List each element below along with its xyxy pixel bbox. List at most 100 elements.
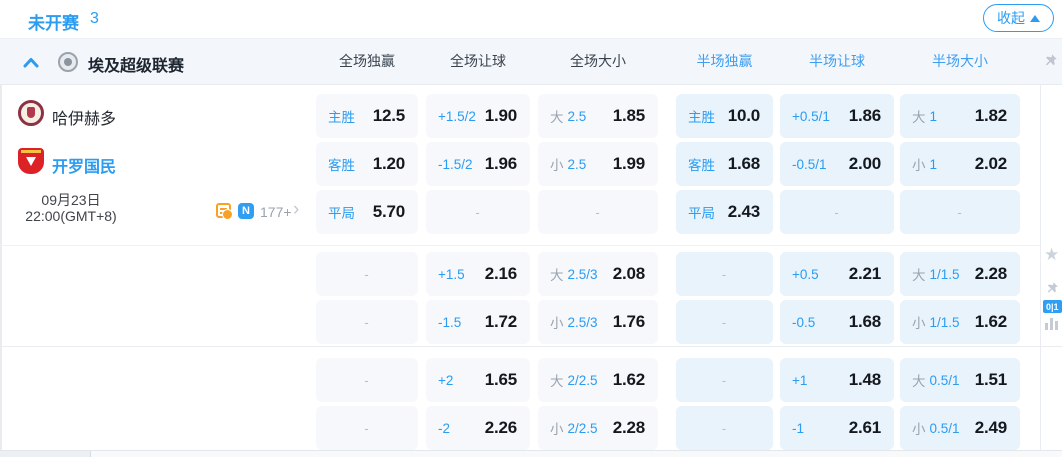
odds-side-label: 大 (912, 106, 926, 126)
odds-cell[interactable]: 大 1/1.5 2.28 (900, 252, 1020, 296)
odds-value: 2.61 (849, 418, 881, 438)
odds-cell[interactable]: +0.5/1 1.86 (780, 94, 894, 138)
odds-cell[interactable]: - (676, 406, 773, 450)
collapse-button-label: 收起 (997, 8, 1025, 28)
odds-cell[interactable]: - (676, 358, 773, 402)
odds-cell[interactable]: -1 2.61 (780, 406, 894, 450)
odds-side-label: 大 (912, 264, 926, 284)
odds-line-label: 1 (930, 109, 938, 124)
column-header-row: 全场独赢 全场让球 全场大小 半场独赢 半场让球 (0, 39, 1020, 83)
odds-line-label: -1 (792, 421, 804, 436)
odds-cell[interactable]: - (316, 252, 418, 296)
odds-value: 2.08 (613, 264, 645, 284)
odds-row-home: 主胜 12.5 +1.5/2 1.90 大 2.5 1.85 (0, 94, 1020, 138)
odds-line-label: 1 (930, 157, 938, 172)
odds-cell[interactable]: - (538, 190, 658, 234)
odds-line-label: 客胜 (328, 154, 355, 174)
column-header: 全场让球 (426, 51, 530, 71)
odds-cell[interactable]: 大 0.5/1 1.51 (900, 358, 1020, 402)
league-header-row: 埃及超级联赛 全场独赢 全场让球 全场大小 半场独赢 (0, 38, 1062, 85)
odds-cell[interactable]: +0.5 2.21 (780, 252, 894, 296)
match-count: 3 (90, 10, 99, 28)
match-datetime: 09月23日 22:00(GMT+8) (10, 192, 132, 224)
odds-cell[interactable]: -2 2.26 (426, 406, 530, 450)
column-header-label: 半场让球 (809, 51, 865, 71)
odds-cell[interactable]: 客胜 1.68 (676, 142, 773, 186)
odds-side-label: 大 (912, 370, 926, 390)
odds-empty-dash: - (364, 373, 368, 388)
odds-cell[interactable]: 小 2.5 1.99 (538, 142, 658, 186)
odds-cell[interactable]: - (676, 252, 773, 296)
odds-cell[interactable]: -1.5/2 1.96 (426, 142, 530, 186)
chevron-right-icon[interactable]: › (293, 199, 299, 221)
odds-cell[interactable]: +2 1.65 (426, 358, 530, 402)
odds-cell[interactable]: 小 0.5/1 2.49 (900, 406, 1020, 450)
odds-cell[interactable]: - (900, 190, 1020, 234)
more-markets-count[interactable]: 177+ (260, 204, 292, 220)
odds-cell[interactable]: 小 2.5/3 1.76 (538, 300, 658, 344)
odds-cell[interactable]: +1 1.48 (780, 358, 894, 402)
odds-cell[interactable]: 平局 5.70 (316, 190, 418, 234)
odds-cell[interactable]: 小 1/1.5 1.62 (900, 300, 1020, 344)
odds-page: 未开赛 3 收起 埃及超级联赛 全场独赢 全场让球 全场大小 (0, 0, 1062, 457)
odds-value: 1.20 (373, 154, 405, 174)
odds-cell[interactable]: - (676, 300, 773, 344)
vertical-divider (1040, 85, 1041, 450)
odds-side-label: 大 (550, 106, 564, 126)
odds-value: 1.62 (613, 370, 645, 390)
odds-cell[interactable]: - (780, 190, 894, 234)
pin-icon[interactable] (1042, 53, 1058, 74)
column-header: 全场大小 (538, 51, 658, 71)
odds-cell[interactable]: 主胜 12.5 (316, 94, 418, 138)
column-header-label: 全场大小 (570, 51, 626, 71)
alt-lines-group-2: - +2 1.65 大 2/2.5 1.62 (0, 358, 1020, 454)
odds-cell[interactable]: +1.5 2.16 (426, 252, 530, 296)
odds-value: 2.28 (975, 264, 1007, 284)
odds-value: 2.43 (728, 202, 760, 222)
odds-cell[interactable]: 小 2/2.5 2.28 (538, 406, 658, 450)
odds-side-label: 小 (550, 312, 564, 332)
home-team-name[interactable]: 哈伊赫多 (52, 105, 116, 129)
pin-icon[interactable] (1044, 281, 1059, 301)
odds-side-label: 大 (550, 370, 564, 390)
corner-stats-icon[interactable]: 0|1 (1043, 300, 1062, 313)
odds-cell[interactable]: - (426, 190, 530, 234)
odds-line-label: 主胜 (688, 106, 715, 126)
odds-cell[interactable]: -1.5 1.72 (426, 300, 530, 344)
odds-cell[interactable]: - (316, 358, 418, 402)
odds-cell[interactable]: - (316, 300, 418, 344)
topbar: 未开赛 3 收起 (0, 0, 1062, 38)
odds-cell[interactable]: -0.5/1 2.00 (780, 142, 894, 186)
favorite-star-icon[interactable]: ★ (1044, 245, 1059, 265)
odds-cell[interactable]: 主胜 10.0 (676, 94, 773, 138)
odds-value: 2.28 (613, 418, 645, 438)
odds-cell[interactable]: 客胜 1.20 (316, 142, 418, 186)
odds-side-label: 大 (550, 264, 564, 284)
odds-side-label: 小 (550, 154, 564, 174)
odds-cell[interactable]: 大 2/2.5 1.62 (538, 358, 658, 402)
away-team-name[interactable]: 开罗国民 (52, 153, 116, 177)
odds-cell[interactable]: 小 1 2.02 (900, 142, 1020, 186)
odds-cell[interactable]: 大 2.5/3 2.08 (538, 252, 658, 296)
stats-bars-icon[interactable] (1045, 318, 1058, 330)
odds-cell[interactable]: 大 2.5 1.85 (538, 94, 658, 138)
odds-line-label: 2.5 (568, 109, 587, 124)
odds-cell[interactable]: -0.5 1.68 (780, 300, 894, 344)
footer-left-block (0, 451, 91, 457)
odds-line-label: +0.5/1 (792, 109, 830, 124)
odds-cell[interactable]: - (316, 406, 418, 450)
odds-cell[interactable]: 平局 2.43 (676, 190, 773, 234)
column-header-label: 全场让球 (450, 51, 506, 71)
odds-line-label: -2 (438, 421, 450, 436)
odds-cell[interactable]: +1.5/2 1.90 (426, 94, 530, 138)
odds-empty-dash: - (475, 205, 479, 220)
odds-empty-dash: - (957, 205, 961, 220)
odds-value: 5.70 (373, 202, 405, 222)
odds-line-label: -1.5/2 (438, 157, 473, 172)
odds-empty-dash: - (364, 421, 368, 436)
collapse-button[interactable]: 收起 (983, 4, 1054, 32)
odds-side-label: 小 (912, 312, 926, 332)
triangle-up-icon (1030, 15, 1040, 22)
odds-line-label: 2.5/3 (568, 267, 598, 282)
odds-cell[interactable]: 大 1 1.82 (900, 94, 1020, 138)
